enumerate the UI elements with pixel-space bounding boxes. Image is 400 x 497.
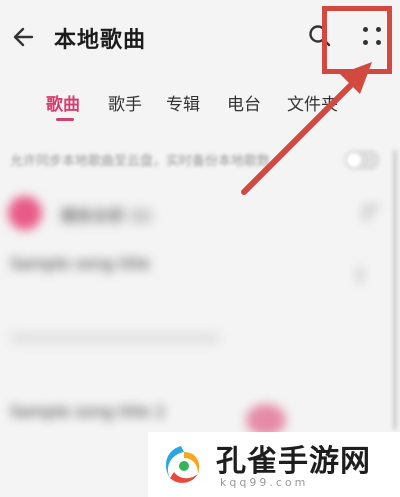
song-more-icon[interactable] [350,266,370,284]
list-divider-row [10,326,380,356]
tab-radio[interactable]: 电台 [227,90,261,115]
peacock-logo-icon [165,446,200,483]
watermark-text: 孔雀手游网 [216,444,371,479]
arrow-left-icon[interactable] [10,22,40,52]
active-tab-indicator [56,118,74,121]
cloud-sync-row: 允许同步本地歌曲至云盘，实时备份本地歌数 [10,148,390,172]
play-all-label: 播放全部 (1) [60,206,152,225]
watermark-banner: 孔雀手游网 kqq99.com [148,432,400,497]
tab-bar: 歌曲 歌手 专辑 电台 文件夹 [0,86,400,126]
cloud-sync-toggle[interactable] [344,150,380,170]
song-title: Sample song title [10,254,150,273]
page-title: 本地歌曲 [54,28,147,53]
toggle-knob [347,153,361,167]
tab-artists[interactable]: 歌手 [108,90,142,115]
tab-folders[interactable]: 文件夹 [287,90,338,115]
song-row[interactable]: Sample song title [10,254,380,310]
sort-icon[interactable] [360,204,382,222]
play-all-row[interactable]: 播放全部 (1) [8,194,388,234]
scrollbar[interactable] [393,150,397,430]
song-title: Sample song title 2 [10,402,166,421]
tab-songs[interactable]: 歌曲 [46,90,80,115]
cloud-sync-label: 允许同步本地歌曲至云盘，实时备份本地歌数 [10,154,271,169]
annotation-highlight-box [322,6,392,74]
tab-albums[interactable]: 专辑 [166,90,200,115]
watermark-url: kqq99.com [220,476,309,489]
play-all-icon[interactable] [8,196,42,230]
